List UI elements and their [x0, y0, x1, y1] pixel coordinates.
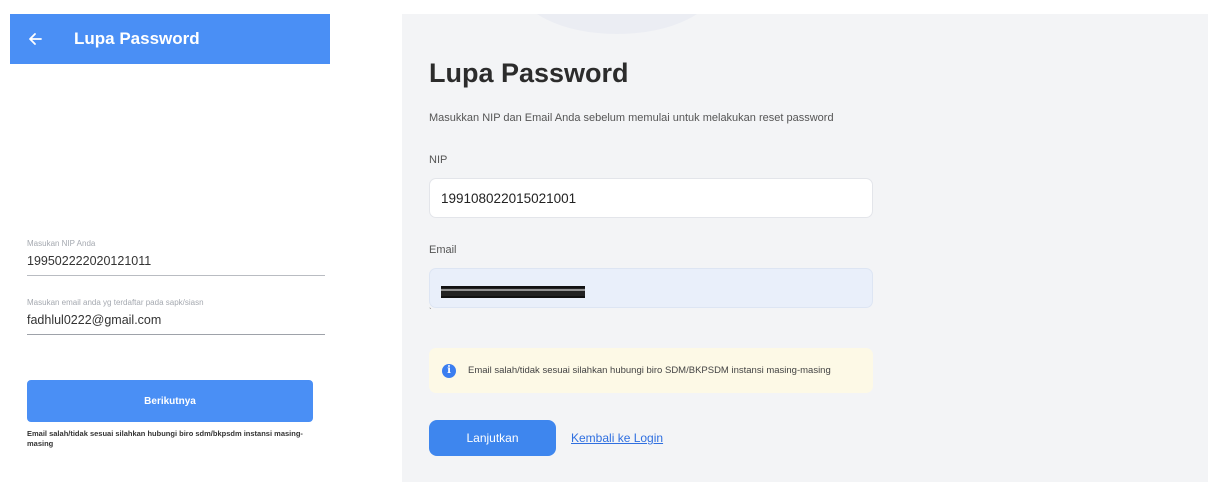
mobile-nip-field: Masukan NIP Anda: [27, 239, 325, 276]
mobile-nip-input[interactable]: [27, 254, 325, 268]
mobile-nip-label: Masukan NIP Anda: [27, 239, 96, 248]
mobile-email-input[interactable]: [27, 313, 325, 327]
mobile-email-label: Masukan email anda yg terdaftar pada sap…: [27, 298, 204, 307]
page-title: Lupa Password: [429, 58, 629, 88]
redacted-email-value: [441, 286, 585, 298]
mobile-note: Email salah/tidak sesuai silahkan hubung…: [27, 429, 303, 448]
alert-text: Email salah/tidak sesuai silahkan hubung…: [468, 365, 831, 376]
desktop-screen: Lupa Password Masukkan NIP dan Email And…: [402, 14, 1208, 482]
arrow-left-icon: [29, 33, 42, 45]
stray-mark: `: [429, 307, 432, 316]
next-button[interactable]: Berikutnya: [27, 380, 313, 422]
continue-button[interactable]: Lanjutkan: [429, 420, 556, 456]
mobile-email-field: Masukan email anda yg terdaftar pada sap…: [27, 298, 325, 335]
divider: [27, 275, 325, 276]
page-subtitle: Masukkan NIP dan Email Anda sebelum memu…: [429, 112, 834, 124]
email-label: Email: [429, 244, 457, 256]
decorative-circle: [517, 14, 717, 34]
nip-input[interactable]: [429, 178, 873, 218]
mobile-page-title: Lupa Password: [74, 29, 200, 48]
info-alert: i Email salah/tidak sesuai silahkan hubu…: [429, 348, 873, 393]
mobile-header: Lupa Password: [10, 14, 330, 64]
nip-label: NIP: [429, 154, 448, 166]
back-button[interactable]: [10, 14, 60, 64]
info-icon: i: [442, 363, 456, 378]
back-to-login-link[interactable]: Kembali ke Login: [571, 431, 663, 445]
mobile-screen: Lupa Password Masukan NIP Anda Masukan e…: [10, 14, 330, 482]
divider: [27, 334, 325, 335]
